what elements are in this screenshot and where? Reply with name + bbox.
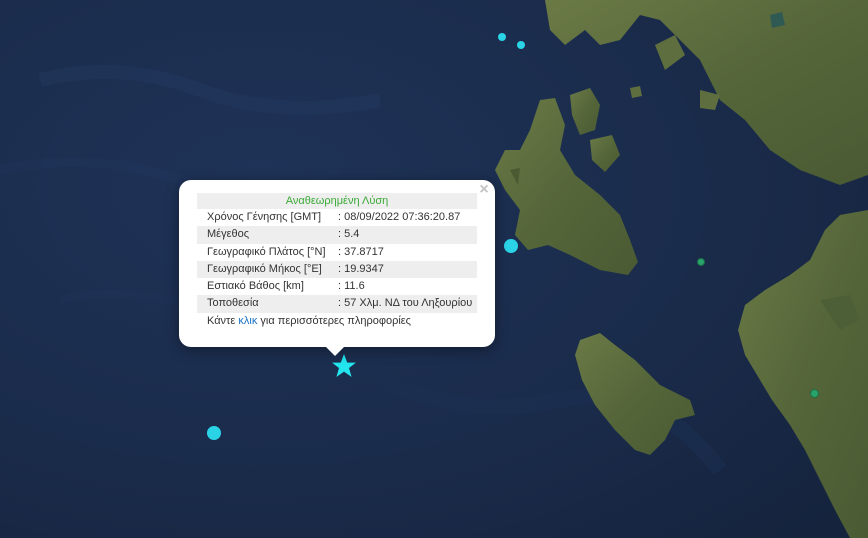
close-icon[interactable]: × — [477, 182, 491, 198]
info-value: : 11.6 — [338, 280, 365, 293]
info-label: Εστιακό Βάθος [km] — [207, 280, 304, 293]
info-value: : 19.9347 — [338, 262, 384, 275]
info-row-depth: Εστιακό Βάθος [km] : 11.6 — [197, 278, 477, 295]
info-row-location: Τοποθεσία : 57 Χλμ. ΝΔ του Ληξουρίου — [197, 295, 477, 313]
more-info-link[interactable]: κλικ — [238, 315, 257, 327]
info-row-latitude: Γεωγραφικό Πλάτος [°N] : 37.8717 — [197, 244, 477, 261]
popup-tip — [325, 346, 345, 356]
info-value: : 5.4 — [338, 228, 360, 241]
earthquake-marker[interactable] — [517, 41, 525, 49]
info-value: : 37.8717 — [338, 245, 384, 258]
info-row-origin-time: Χρόνος Γένησης [GMT] : 08/09/2022 07:36:… — [197, 209, 477, 226]
info-label: Χρόνος Γένησης [GMT] — [207, 211, 322, 223]
info-label: Γεωγραφικό Πλάτος [°N] — [207, 245, 326, 258]
info-label: Τοποθεσία — [207, 297, 259, 310]
earthquake-info-popup: × Αναθεωρημένη Λύση Χρόνος Γένησης [GMT]… — [179, 180, 495, 347]
earthquake-marker[interactable] — [697, 258, 705, 266]
earthquake-marker[interactable] — [498, 33, 506, 41]
info-label: Γεωγραφικό Μήκος [°E] — [207, 262, 322, 275]
map-view[interactable]: × Αναθεωρημένη Λύση Χρόνος Γένησης [GMT]… — [0, 0, 868, 538]
more-info-text: Κάντε κλικ για περισσότερες πληροφορίες — [197, 313, 477, 330]
earthquake-marker[interactable] — [810, 389, 819, 398]
info-value: : 57 Χλμ. ΝΔ του Ληξουρίου — [338, 297, 473, 310]
info-row-longitude: Γεωγραφικό Μήκος [°E] : 19.9347 — [197, 260, 477, 279]
info-label: Μέγεθος — [207, 228, 250, 241]
popup-title: Αναθεωρημένη Λύση — [197, 193, 477, 209]
more-info-suffix: για περισσότερες πληροφορίες — [257, 314, 411, 327]
more-info-prefix: Κάντε — [207, 314, 239, 327]
info-table: Αναθεωρημένη Λύση Χρόνος Γένησης [GMT] :… — [197, 193, 477, 330]
earthquake-marker[interactable] — [504, 239, 518, 253]
star-icon[interactable] — [331, 353, 357, 379]
earthquake-marker[interactable] — [207, 426, 221, 440]
info-value: : 08/09/2022 07:36:20.87 — [338, 211, 461, 223]
info-row-magnitude: Μέγεθος : 5.4 — [197, 226, 477, 244]
